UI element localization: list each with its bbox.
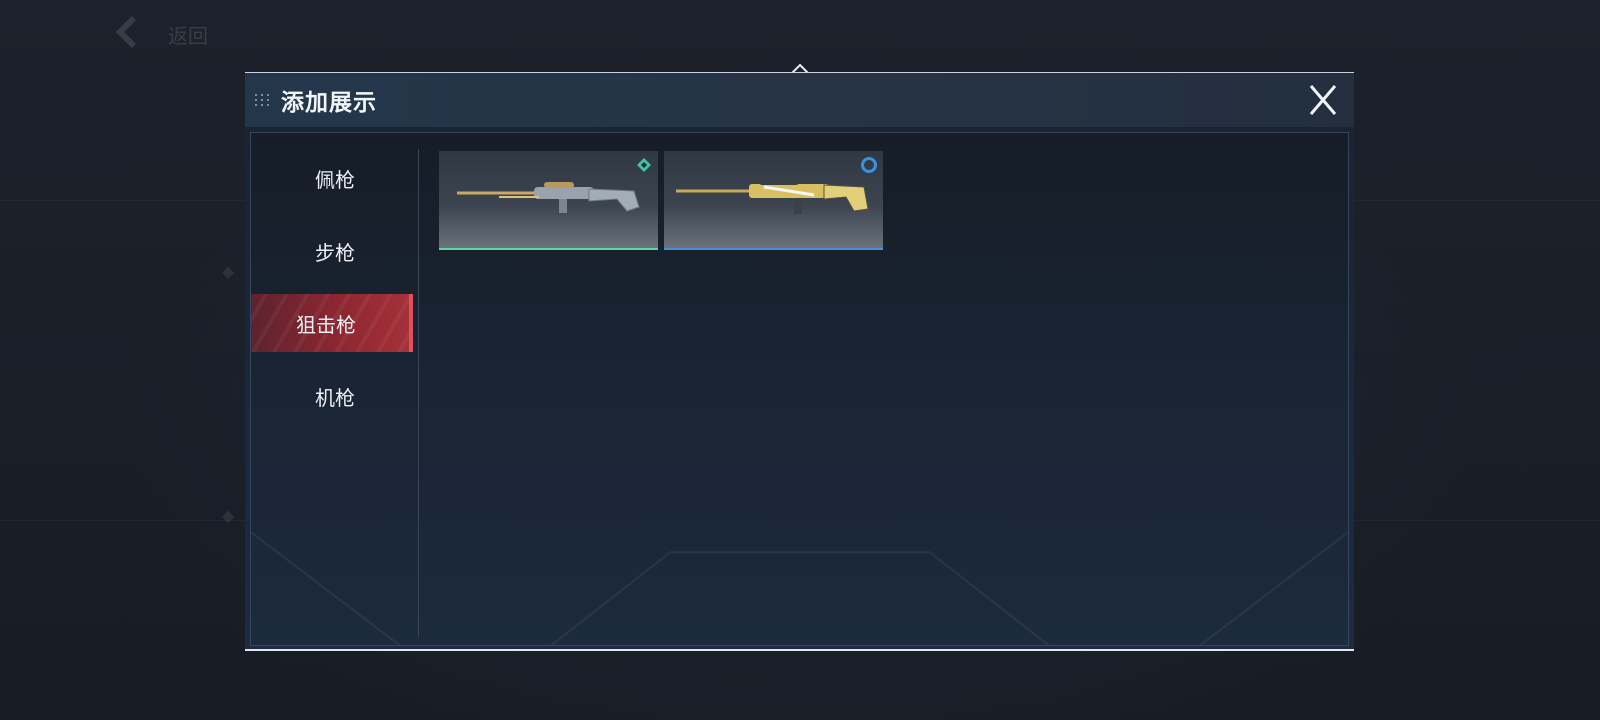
chevron-left-icon — [115, 15, 137, 49]
category-label: 步枪 — [315, 240, 355, 265]
hexagon-icon: ◆ — [222, 506, 235, 525]
dialog-bottom-border — [245, 649, 1354, 651]
back-button[interactable]: 返回 — [112, 12, 222, 52]
item-card[interactable] — [439, 151, 658, 250]
dialog-title-bar[interactable]: 添加展示 — [245, 73, 1354, 127]
category-pistol[interactable]: 佩枪 — [251, 149, 419, 207]
background-toolbar — [480, 648, 1100, 682]
category-machine-gun[interactable]: 机枪 — [251, 367, 419, 425]
diamond-rarity-icon — [637, 158, 651, 172]
category-sniper-rifle[interactable]: 狙击枪 — [251, 294, 413, 352]
category-label: 机枪 — [315, 385, 355, 410]
drag-handle-icon[interactable] — [255, 90, 273, 110]
close-icon — [1309, 85, 1337, 115]
item-card[interactable] — [664, 151, 883, 250]
back-label: 返回 — [168, 24, 208, 48]
hexagon-icon: ◆ — [222, 262, 235, 281]
category-label: 佩枪 — [315, 167, 355, 192]
dialog-title: 添加展示 — [281, 90, 377, 116]
sniper-rifle-image — [676, 178, 869, 214]
category-rifle[interactable]: 步枪 — [251, 222, 419, 280]
circle-rarity-icon — [861, 157, 877, 173]
add-showcase-dialog: 添加展示 佩枪 步枪 狙击枪 机枪 — [245, 72, 1354, 650]
category-label: 狙击枪 — [296, 312, 356, 337]
category-sidebar: 佩枪 步枪 狙击枪 机枪 — [251, 149, 419, 637]
item-grid — [439, 151, 883, 250]
dialog-content: 佩枪 步枪 狙击枪 机枪 — [250, 132, 1349, 646]
sniper-rifle-image — [457, 182, 640, 213]
close-button[interactable] — [1306, 83, 1340, 117]
